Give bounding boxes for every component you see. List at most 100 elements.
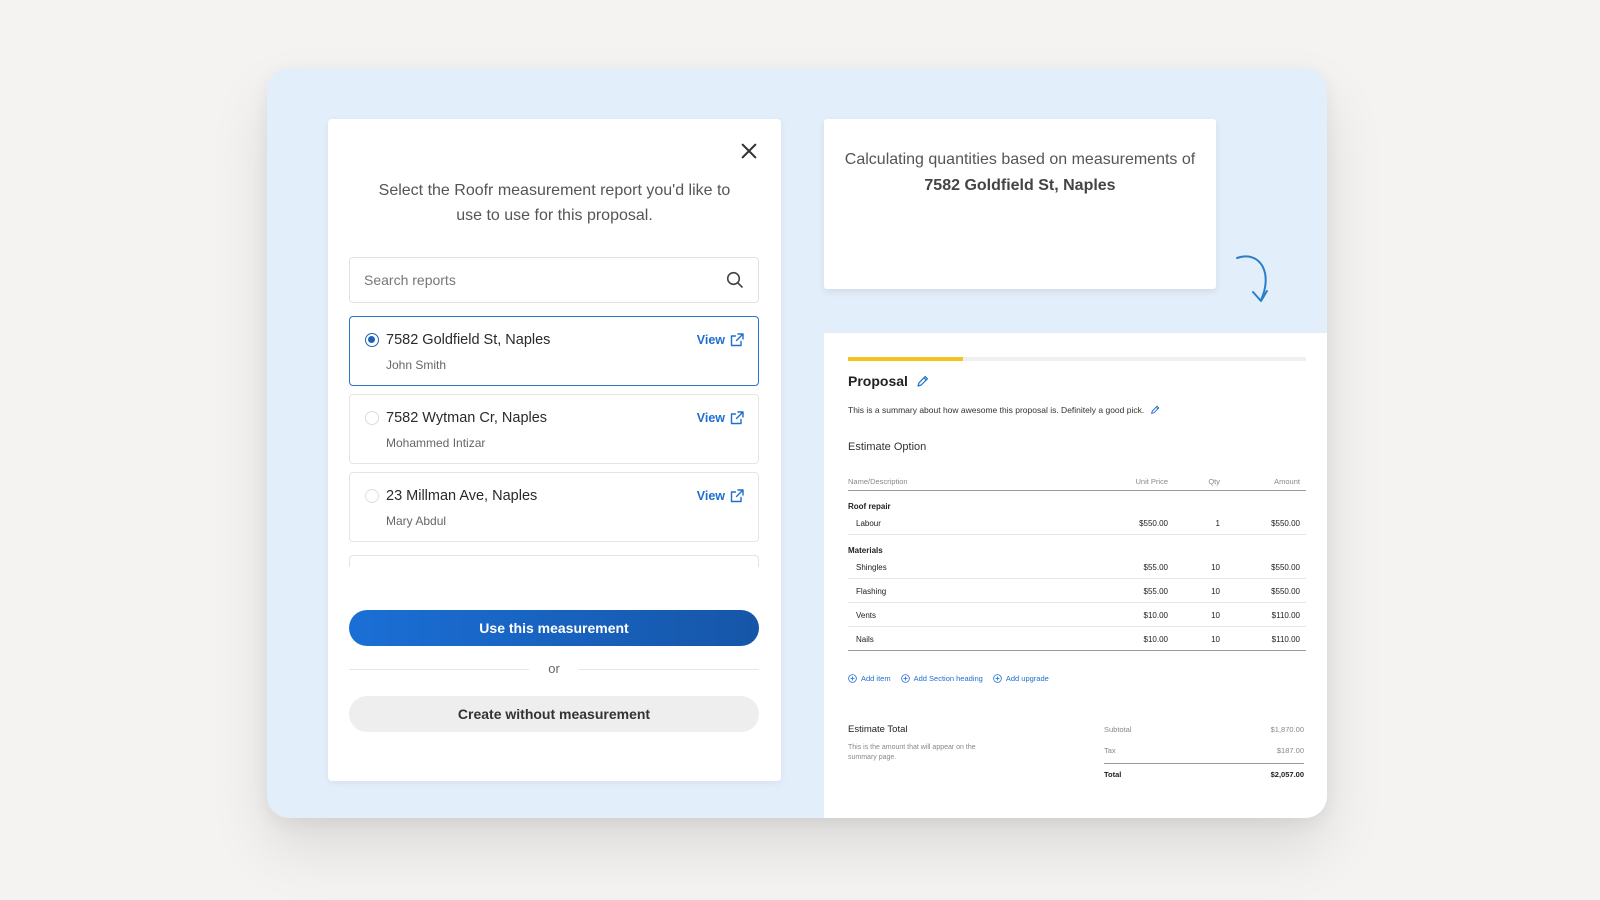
tax-value: $187.00 [1276, 746, 1304, 755]
cell-amount: $550.00 [1271, 587, 1300, 596]
radio-unselected[interactable] [365, 411, 379, 425]
cell-qty: 10 [1211, 563, 1220, 572]
view-report-link[interactable]: View [697, 411, 744, 425]
column-header: Amount [1274, 477, 1300, 486]
cell-unit-price: $55.00 [1143, 587, 1168, 596]
plus-circle-icon[interactable] [848, 674, 857, 683]
subtotal-row: Subtotal $1,870.00 [1104, 721, 1304, 742]
or-divider: or [349, 661, 759, 677]
report-address: 23 Millman Ave, Naples [386, 488, 538, 504]
column-header: Name/Description [848, 477, 908, 486]
report-address: 7582 Goldfield St, Naples [386, 332, 551, 348]
cell-unit-price: $10.00 [1143, 635, 1168, 644]
view-label[interactable]: View [697, 333, 725, 347]
proposal-document: Proposal This is a summary about how awe… [824, 333, 1327, 818]
cell-qty: 10 [1211, 587, 1220, 596]
search-box[interactable] [349, 257, 759, 303]
report-owner: Mohammed Intizar [386, 436, 486, 450]
select-measurement-modal: Select the Roofr measurement report you'… [328, 119, 781, 781]
report-list-overflow[interactable] [349, 555, 759, 567]
cell-unit-price: $550.00 [1139, 519, 1168, 528]
progress-fill [848, 357, 963, 361]
tax-row: Tax $187.00 [1104, 742, 1304, 763]
total-row: Total $2,057.00 [1104, 763, 1304, 787]
plus-circle-icon[interactable] [993, 674, 1002, 683]
edit-pencil-icon[interactable] [916, 375, 929, 388]
external-link-icon[interactable] [730, 489, 744, 503]
create-without-measurement-button[interactable]: Create without measurement [349, 696, 759, 732]
total-value: $2,057.00 [1270, 770, 1304, 779]
close-icon[interactable] [739, 141, 759, 161]
cell-amount: $550.00 [1271, 563, 1300, 572]
add-actions: Add item Add Section heading Add upgrade [848, 674, 1049, 683]
cell-name: Shingles [856, 563, 887, 572]
external-link-icon[interactable] [730, 411, 744, 425]
column-header: Unit Price [1135, 477, 1168, 486]
report-option[interactable]: 23 Millman Ave, Naples Mary Abdul View [349, 472, 759, 542]
table-row[interactable]: Vents $10.00 10 $110.00 [848, 603, 1306, 627]
cell-qty: 10 [1211, 611, 1220, 620]
cell-name: Vents [856, 611, 877, 620]
table-header: Name/Description Unit Price Qty Amount [848, 477, 1306, 491]
section-heading: Roof repair [848, 502, 891, 511]
modal-title: Select the Roofr measurement report you'… [378, 182, 731, 224]
view-report-link[interactable]: View [697, 333, 744, 347]
cell-qty: 10 [1211, 635, 1220, 644]
table-row[interactable]: Flashing $55.00 10 $550.00 [848, 579, 1306, 603]
cell-name: Nails [856, 635, 874, 644]
add-upgrade-button[interactable]: Add upgrade [993, 674, 1049, 683]
table-row[interactable]: Shingles $55.00 10 $550.00 [848, 555, 1306, 579]
external-link-icon[interactable] [730, 333, 744, 347]
add-item-label[interactable]: Add item [861, 674, 891, 683]
cell-name: Labour [856, 519, 881, 528]
use-measurement-button[interactable]: Use this measurement [349, 610, 759, 646]
estimate-total-note: This is the amount that will appear on t… [848, 744, 976, 761]
column-header: Qty [1208, 477, 1220, 486]
report-owner: Mary Abdul [386, 514, 447, 528]
radio-selected[interactable] [365, 333, 379, 347]
report-option[interactable]: 7582 Wytman Cr, Naples Mohammed Intizar … [349, 394, 759, 464]
search-icon[interactable] [726, 271, 744, 289]
calculating-address: 7582 Goldfield St, Naples [924, 177, 1116, 194]
calculating-prefix: Calculating quantities based on measurem… [844, 151, 1196, 168]
plus-circle-icon[interactable] [900, 674, 910, 683]
search-input[interactable] [364, 258, 704, 302]
proposal-progress-bar [848, 357, 1306, 361]
proposal-title: Proposal [848, 373, 908, 389]
calculating-message: Calculating quantities based on measurem… [824, 147, 1216, 199]
add-section-label[interactable]: Add Section heading [914, 674, 983, 683]
add-upgrade-label[interactable]: Add upgrade [1006, 674, 1049, 683]
report-address: 7582 Wytman Cr, Naples [386, 410, 548, 426]
view-label[interactable]: View [697, 489, 725, 503]
estimate-option-label: Estimate Option [848, 441, 927, 453]
totals-block: Subtotal $1,870.00 Tax $187.00 Total $2,057… [1104, 721, 1304, 787]
cell-qty: 1 [1215, 519, 1220, 528]
add-section-heading-button[interactable]: Add Section heading [900, 674, 983, 683]
showcase-frame: Select the Roofr measurement report you'… [267, 68, 1327, 818]
estimate-total-label: Estimate Total [848, 724, 908, 735]
add-item-button[interactable]: Add item [848, 674, 891, 683]
total-label: Total [1104, 770, 1122, 779]
cell-name: Flashing [856, 587, 887, 596]
subtotal-label: Subtotal [1104, 725, 1132, 734]
curved-arrow-icon [1236, 255, 1268, 302]
table-row[interactable]: Nails $10.00 10 $110.00 [848, 627, 1306, 651]
calculating-card: Calculating quantities based on measurem… [824, 119, 1216, 289]
report-owner: John Smith [386, 358, 447, 372]
cell-amount: $110.00 [1271, 635, 1300, 644]
cell-amount: $110.00 [1271, 611, 1300, 620]
tax-label: Tax [1104, 746, 1116, 755]
proposal-summary: This is a summary about how awesome this… [848, 405, 1160, 415]
proposal-heading: Proposal [848, 373, 929, 389]
report-option[interactable]: 7582 Goldfield St, Naples John Smith Vie… [349, 316, 759, 386]
estimate-table: Name/Description Unit Price Qty Amount R… [848, 477, 1306, 651]
section-heading: Materials [848, 546, 883, 555]
radio-unselected[interactable] [365, 489, 379, 503]
view-report-link[interactable]: View [697, 489, 744, 503]
view-label[interactable]: View [697, 411, 725, 425]
divider-line [579, 669, 759, 670]
table-row[interactable]: Labour $550.00 1 $550.00 [848, 511, 1306, 535]
cell-amount: $550.00 [1271, 519, 1300, 528]
subtotal-value: $1,870.00 [1270, 725, 1304, 734]
edit-pencil-icon[interactable] [1150, 405, 1160, 415]
